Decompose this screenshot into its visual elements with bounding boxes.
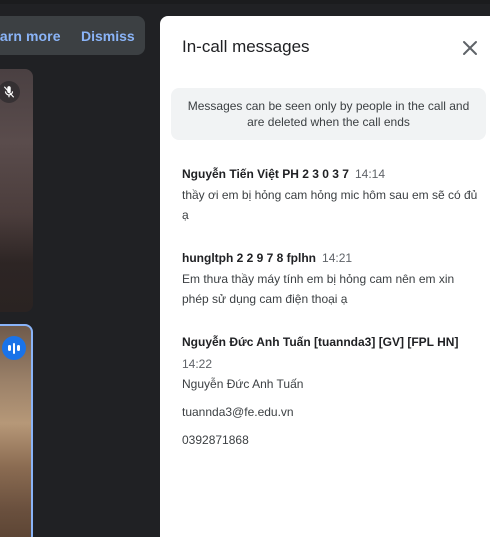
message-line: 0392871868 — [182, 433, 249, 447]
message-item: hungltph 2 2 9 7 8 fplhn 14:21 Em thưa th… — [182, 250, 482, 309]
close-icon — [463, 41, 477, 55]
message-time: 14:22 — [182, 357, 213, 371]
notification-banner: earn more Dismiss — [0, 16, 145, 55]
message-text: Em thưa thầy máy tính em bị hỏng cam nên… — [182, 272, 455, 306]
dismiss-button[interactable]: Dismiss — [81, 28, 135, 44]
panel-title: In-call messages — [182, 37, 310, 56]
message-line: tuannda3@fe.edu.vn — [182, 405, 294, 419]
message-item: Nguyễn Đức Anh Tuấn [tuannda3] [GV] [FPL… — [182, 334, 482, 448]
message-sender: Nguyễn Đức Anh Tuấn [tuannda3] [GV] [FPL… — [182, 335, 459, 349]
learn-more-link[interactable]: earn more — [0, 28, 61, 44]
top-edge — [0, 0, 490, 4]
message-sender: Nguyễn Tiến Việt PH 2 3 0 3 7 — [182, 167, 349, 181]
message-text: thầy ơi em bị hỏng cam hỏng mic hôm sau … — [182, 188, 478, 222]
active-speaker-video-tile[interactable] — [0, 324, 33, 537]
mic-off-icon — [0, 81, 20, 103]
message-time: 14:21 — [322, 251, 353, 265]
participant-video-tile[interactable] — [0, 69, 33, 312]
speaking-indicator-icon — [2, 336, 26, 360]
in-call-messages-panel: In-call messages Messages can be seen on… — [160, 16, 490, 537]
close-button[interactable] — [458, 36, 482, 60]
message-item: Nguyễn Tiến Việt PH 2 3 0 3 7 14:14 thầy … — [182, 166, 482, 225]
message-sender: hungltph 2 2 9 7 8 fplhn — [182, 251, 317, 265]
privacy-info-box: Messages can be seen only by people in t… — [171, 88, 486, 140]
message-line: Nguyễn Đức Anh Tuấn — [182, 377, 304, 391]
message-time: 14:14 — [354, 167, 385, 181]
